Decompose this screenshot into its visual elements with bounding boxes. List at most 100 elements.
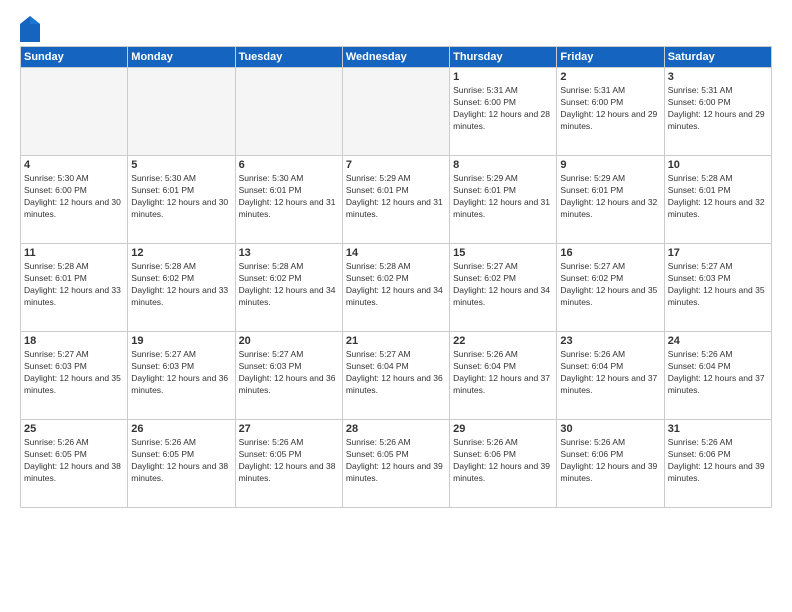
day-number: 9 [560,159,660,171]
day-info: Sunrise: 5:28 AMSunset: 6:01 PMDaylight:… [668,173,768,221]
day-info: Sunrise: 5:31 AMSunset: 6:00 PMDaylight:… [453,85,553,133]
day-info: Sunrise: 5:26 AMSunset: 6:06 PMDaylight:… [668,437,768,485]
logo-icon [20,16,38,38]
calendar-cell: 17 Sunrise: 5:27 AMSunset: 6:03 PMDayligh… [664,244,771,332]
calendar-cell: 6Sunrise: 5:30 AMSunset: 6:01 PMDaylight… [235,156,342,244]
calendar-week-row: 1 Sunrise: 5:31 AMSunset: 6:00 PMDaylight… [21,68,772,156]
calendar-cell: 10 Sunrise: 5:28 AMSunset: 6:01 PMDayligh… [664,156,771,244]
calendar-cell: 3 Sunrise: 5:31 AMSunset: 6:00 PMDaylight… [664,68,771,156]
calendar-cell: 20 Sunrise: 5:27 AMSunset: 6:03 PMDayligh… [235,332,342,420]
calendar-cell: 14 Sunrise: 5:28 AMSunset: 6:02 PMDayligh… [342,244,449,332]
day-number: 5 [131,159,231,171]
calendar-cell: 13 Sunrise: 5:28 AMSunset: 6:02 PMDayligh… [235,244,342,332]
calendar: SundayMondayTuesdayWednesdayThursdayFrid… [20,46,772,508]
calendar-cell: 18 Sunrise: 5:27 AMSunset: 6:03 PMDayligh… [21,332,128,420]
day-info: Sunrise: 5:27 AMSunset: 6:03 PMDaylight:… [239,349,339,397]
day-number: 19 [131,335,231,347]
day-number: 13 [239,247,339,259]
weekday-header: Wednesday [342,47,449,68]
day-info: Sunrise: 5:26 AMSunset: 6:04 PMDaylight:… [668,349,768,397]
day-number: 14 [346,247,446,259]
calendar-cell: 5 Sunrise: 5:30 AMSunset: 6:01 PMDaylight… [128,156,235,244]
day-number: 12 [131,247,231,259]
day-info: Sunrise: 5:27 AMSunset: 6:04 PMDaylight:… [346,349,446,397]
day-number: 7 [346,159,446,171]
calendar-cell: 23 Sunrise: 5:26 AMSunset: 6:04 PMDayligh… [557,332,664,420]
calendar-cell: 22Sunrise: 5:26 AMSunset: 6:04 PMDayligh… [450,332,557,420]
day-info: Sunrise: 5:28 AMSunset: 6:02 PMDaylight:… [131,261,231,309]
day-info: Sunrise: 5:26 AMSunset: 6:05 PMDaylight:… [24,437,124,485]
day-info: Sunrise: 5:27 AMSunset: 6:02 PMDaylight:… [453,261,553,309]
day-info: Sunrise: 5:29 AMSunset: 6:01 PMDaylight:… [346,173,446,221]
day-info: Sunrise: 5:27 AMSunset: 6:03 PMDaylight:… [24,349,124,397]
day-number: 15 [453,247,553,259]
day-number: 31 [668,423,768,435]
calendar-cell [128,68,235,156]
day-info: Sunrise: 5:28 AMSunset: 6:02 PMDaylight:… [239,261,339,309]
day-info: Sunrise: 5:28 AMSunset: 6:01 PMDaylight:… [24,261,124,309]
day-info: Sunrise: 5:28 AMSunset: 6:02 PMDaylight:… [346,261,446,309]
day-info: Sunrise: 5:29 AMSunset: 6:01 PMDaylight:… [560,173,660,221]
calendar-cell: 2 Sunrise: 5:31 AMSunset: 6:00 PMDaylight… [557,68,664,156]
calendar-cell: 15 Sunrise: 5:27 AMSunset: 6:02 PMDayligh… [450,244,557,332]
calendar-cell: 31 Sunrise: 5:26 AMSunset: 6:06 PMDayligh… [664,420,771,508]
calendar-cell: 26 Sunrise: 5:26 AMSunset: 6:05 PMDayligh… [128,420,235,508]
day-info: Sunrise: 5:29 AMSunset: 6:01 PMDaylight:… [453,173,553,221]
calendar-week-row: 11 Sunrise: 5:28 AMSunset: 6:01 PMDayligh… [21,244,772,332]
day-info: Sunrise: 5:27 AMSunset: 6:03 PMDaylight:… [131,349,231,397]
calendar-week-row: 25Sunrise: 5:26 AMSunset: 6:05 PMDayligh… [21,420,772,508]
day-info: Sunrise: 5:26 AMSunset: 6:05 PMDaylight:… [239,437,339,485]
calendar-week-row: 18 Sunrise: 5:27 AMSunset: 6:03 PMDayligh… [21,332,772,420]
day-number: 4 [24,159,124,171]
calendar-cell: 19 Sunrise: 5:27 AMSunset: 6:03 PMDayligh… [128,332,235,420]
day-info: Sunrise: 5:26 AMSunset: 6:05 PMDaylight:… [346,437,446,485]
day-number: 28 [346,423,446,435]
logo [20,16,42,38]
calendar-cell: 28 Sunrise: 5:26 AMSunset: 6:05 PMDayligh… [342,420,449,508]
weekday-header: Sunday [21,47,128,68]
day-number: 17 [668,247,768,259]
calendar-cell: 8 Sunrise: 5:29 AMSunset: 6:01 PMDaylight… [450,156,557,244]
calendar-cell: 30 Sunrise: 5:26 AMSunset: 6:06 PMDayligh… [557,420,664,508]
day-number: 23 [560,335,660,347]
day-number: 8 [453,159,553,171]
calendar-cell: 4Sunrise: 5:30 AMSunset: 6:00 PMDaylight… [21,156,128,244]
calendar-cell: 29Sunrise: 5:26 AMSunset: 6:06 PMDayligh… [450,420,557,508]
day-number: 26 [131,423,231,435]
day-number: 3 [668,71,768,83]
calendar-cell: 21Sunrise: 5:27 AMSunset: 6:04 PMDayligh… [342,332,449,420]
day-info: Sunrise: 5:31 AMSunset: 6:00 PMDaylight:… [560,85,660,133]
day-number: 2 [560,71,660,83]
day-number: 1 [453,71,553,83]
day-info: Sunrise: 5:31 AMSunset: 6:00 PMDaylight:… [668,85,768,133]
day-number: 30 [560,423,660,435]
day-info: Sunrise: 5:27 AMSunset: 6:03 PMDaylight:… [668,261,768,309]
calendar-cell [342,68,449,156]
day-info: Sunrise: 5:26 AMSunset: 6:04 PMDaylight:… [560,349,660,397]
calendar-cell: 11 Sunrise: 5:28 AMSunset: 6:01 PMDayligh… [21,244,128,332]
day-number: 16 [560,247,660,259]
day-number: 27 [239,423,339,435]
day-number: 20 [239,335,339,347]
day-number: 10 [668,159,768,171]
weekday-header: Friday [557,47,664,68]
day-info: Sunrise: 5:27 AMSunset: 6:02 PMDaylight:… [560,261,660,309]
day-number: 6 [239,159,339,171]
day-info: Sunrise: 5:26 AMSunset: 6:06 PMDaylight:… [453,437,553,485]
weekday-header: Thursday [450,47,557,68]
day-number: 22 [453,335,553,347]
calendar-cell [21,68,128,156]
weekday-header-row: SundayMondayTuesdayWednesdayThursdayFrid… [21,47,772,68]
weekday-header: Saturday [664,47,771,68]
calendar-cell: 9 Sunrise: 5:29 AMSunset: 6:01 PMDaylight… [557,156,664,244]
calendar-cell: 16 Sunrise: 5:27 AMSunset: 6:02 PMDayligh… [557,244,664,332]
calendar-cell: 7 Sunrise: 5:29 AMSunset: 6:01 PMDaylight… [342,156,449,244]
day-info: Sunrise: 5:26 AMSunset: 6:06 PMDaylight:… [560,437,660,485]
day-info: Sunrise: 5:30 AMSunset: 6:01 PMDaylight:… [131,173,231,221]
day-number: 11 [24,247,124,259]
day-number: 18 [24,335,124,347]
calendar-cell: 12 Sunrise: 5:28 AMSunset: 6:02 PMDayligh… [128,244,235,332]
weekday-header: Monday [128,47,235,68]
day-info: Sunrise: 5:26 AMSunset: 6:05 PMDaylight:… [131,437,231,485]
calendar-week-row: 4Sunrise: 5:30 AMSunset: 6:00 PMDaylight… [21,156,772,244]
